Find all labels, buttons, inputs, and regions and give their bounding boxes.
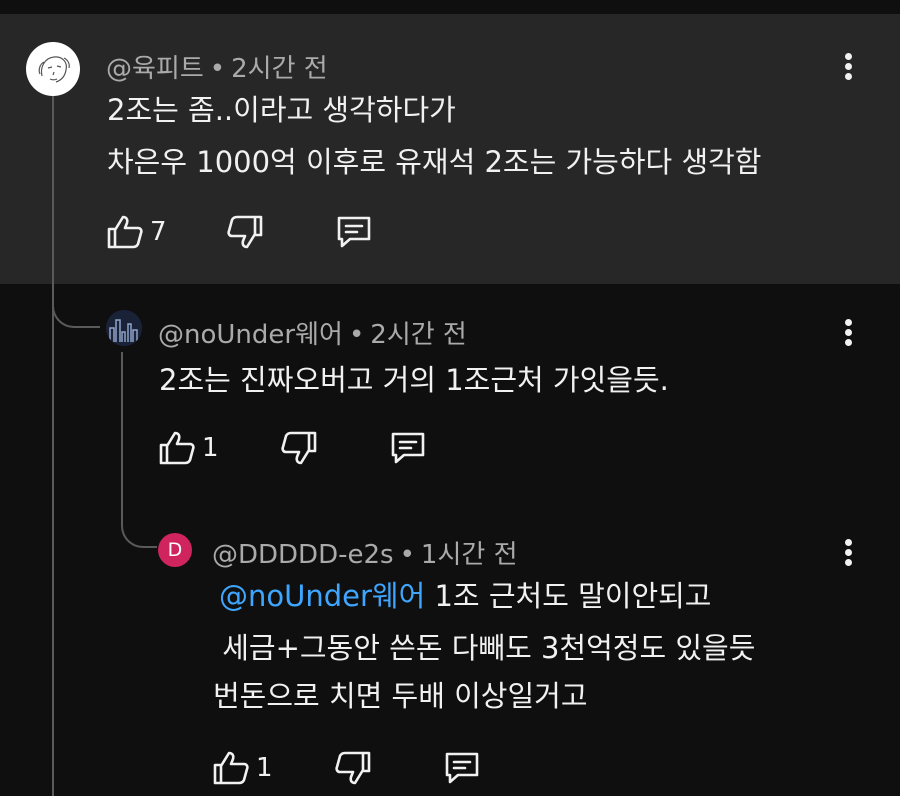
like-count: 1 [256,753,273,783]
comment-time[interactable]: 1시간 전 [421,540,518,570]
more-options-icon[interactable] [842,536,854,576]
thread-branch-2 [121,500,157,548]
separator-dot: • [209,54,226,84]
reply-button[interactable] [334,214,374,250]
comment-text-line: 2조는 진짜오버고 거의 1조근처 가잇을듯. [159,363,669,397]
thread-branch-1 [52,284,100,328]
avatar[interactable] [106,310,142,346]
dislike-button[interactable] [280,430,318,466]
more-options-icon[interactable] [842,50,854,90]
comment-meta: @noUnder웨어 • 2시간 전 [158,314,467,351]
mention-link[interactable]: @noUnder웨어 [219,579,425,613]
comment-text-line: 번돈으로 치면 두배 이상일거고 [213,679,588,713]
like-icon [107,215,143,249]
comment-meta: @DDDDD-e2s • 1시간 전 [212,534,518,571]
comment-meta: @육피트 • 2시간 전 [106,48,328,85]
like-button[interactable]: 1 [212,750,273,786]
comment-author[interactable]: @육피트 [106,54,204,84]
like-button[interactable]: 7 [106,214,167,250]
dislike-button[interactable] [226,214,264,250]
like-button[interactable]: 1 [158,430,219,466]
thread-line-main [52,96,54,796]
dislike-button[interactable] [334,750,372,786]
comment-text-line: @noUnder웨어 1조 근처도 말이안되고 [219,580,712,612]
avatar[interactable] [26,42,80,96]
comment-text-line: 세금+그동안 쓴돈 다빼도 3천억정도 있을듯 [213,631,756,665]
more-options-icon[interactable] [842,316,854,356]
separator-dot: • [348,320,365,350]
dislike-icon [335,751,371,785]
comment-author[interactable]: @DDDDD-e2s [212,540,394,570]
dislike-icon [227,215,263,249]
reply-icon [445,752,479,784]
reply-button[interactable] [388,430,428,466]
comment-time[interactable]: 2시간 전 [231,54,328,84]
like-icon [213,751,249,785]
like-icon [159,431,195,465]
reply-icon [391,432,425,464]
comment-author[interactable]: @noUnder웨어 [158,320,343,350]
comment-text: 1조 근처도 말이안되고 [425,579,712,613]
like-count: 1 [202,433,219,463]
dislike-icon [281,431,317,465]
comment-time[interactable]: 2시간 전 [370,320,467,350]
sketch-face-icon [38,56,70,83]
comment-text-line: 2조는 좀..이라고 생각하다가 [107,93,456,127]
city-night-icon [106,310,142,346]
avatar-letter: D [167,539,183,561]
reply-icon [337,216,371,248]
like-count: 7 [150,217,167,247]
comment-text-line: 차은우 1000억 이후로 유재석 2조는 가능하다 생각함 [107,145,762,179]
reply-button[interactable] [442,750,482,786]
top-bar [0,0,900,14]
thread-line-reply [121,352,123,512]
avatar[interactable]: D [158,533,192,567]
separator-dot: • [399,540,415,570]
